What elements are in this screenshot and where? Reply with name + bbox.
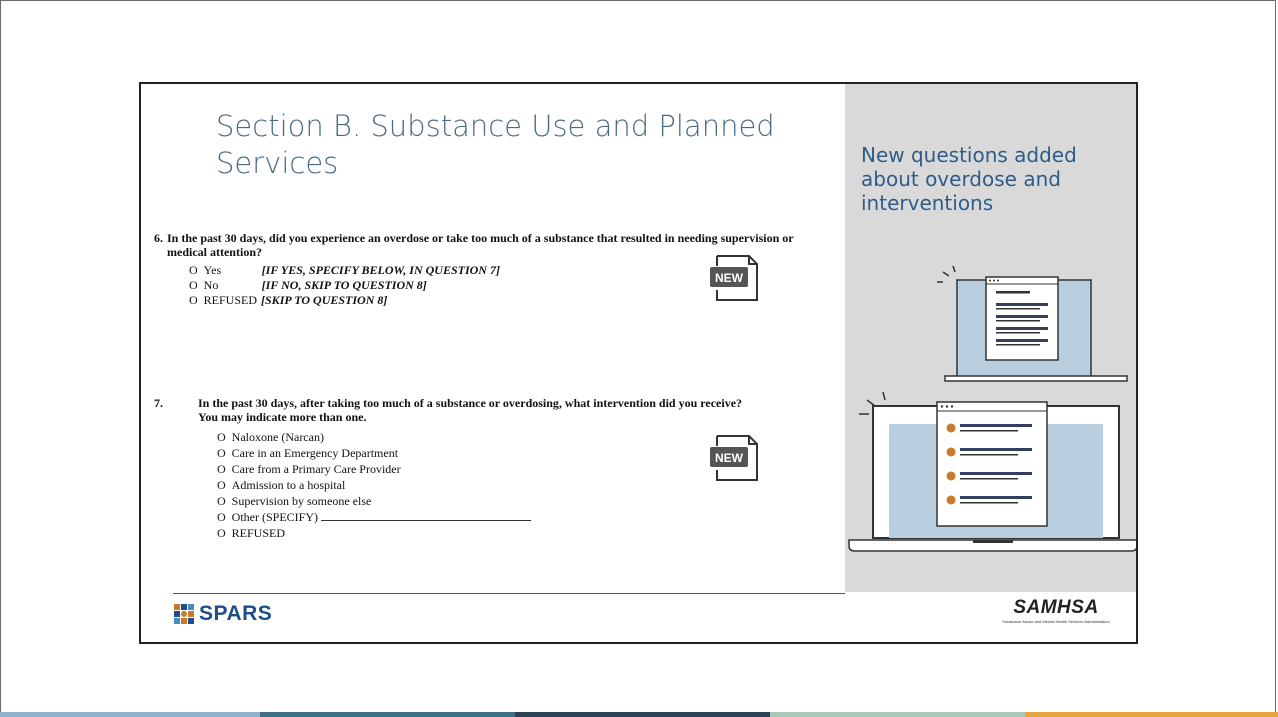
radio-circle-icon: O bbox=[189, 278, 198, 292]
new-document-icon: NEW bbox=[709, 254, 761, 302]
option-instruction: [IF NO, SKIP TO QUESTION 8] bbox=[261, 278, 427, 292]
option-primary-care[interactable]: O Care from a Primary Care Provider bbox=[217, 462, 401, 478]
option-label: No bbox=[203, 278, 219, 292]
checkbox-circle-icon: O bbox=[217, 430, 226, 444]
option-label: Care in an Emergency Department bbox=[231, 446, 399, 460]
samhsa-logo-subtext: Substance Abuse and Mental Health Servic… bbox=[1002, 619, 1110, 624]
option-hospital-admission[interactable]: O Admission to a hospital bbox=[217, 478, 345, 494]
question-text: In the past 30 days, after taking too mu… bbox=[198, 396, 743, 410]
side-panel-text: New questions added about overdose and i… bbox=[861, 143, 1077, 215]
other-specify-field[interactable] bbox=[321, 511, 532, 521]
laptop-document-illustration bbox=[925, 264, 1136, 389]
slide-title: Section B. Substance Use and Planned Ser… bbox=[216, 109, 775, 180]
question-subtext: You may indicate more than one. bbox=[198, 410, 367, 424]
radio-circle-icon: O bbox=[189, 263, 198, 277]
option-label: Care from a Primary Care Provider bbox=[231, 462, 401, 476]
checkbox-circle-icon: O bbox=[217, 510, 226, 524]
laptop-checklist-illustration bbox=[847, 384, 1136, 564]
new-document-icon: NEW bbox=[709, 434, 761, 482]
option-refused[interactable]: O REFUSED bbox=[217, 526, 285, 542]
option-label: Yes bbox=[203, 263, 222, 277]
option-label: Admission to a hospital bbox=[231, 478, 346, 492]
option-refused[interactable]: O REFUSED [SKIP TO QUESTION 8] bbox=[189, 293, 387, 309]
option-label: Naloxone (Narcan) bbox=[231, 430, 324, 444]
radio-circle-icon: O bbox=[189, 293, 198, 307]
checkbox-circle-icon: O bbox=[217, 462, 226, 476]
question-number: 6. bbox=[154, 231, 163, 245]
checkbox-circle-icon: O bbox=[217, 494, 226, 508]
samhsa-logo: SAMHSA Substance Abuse and Mental Health… bbox=[996, 597, 1116, 624]
bottom-accent-bar bbox=[0, 712, 1278, 717]
option-label: REFUSED bbox=[231, 526, 286, 540]
footer-divider bbox=[173, 593, 845, 594]
question-number: 7. bbox=[154, 396, 163, 410]
spars-logo-icon bbox=[174, 604, 194, 624]
option-supervision[interactable]: O Supervision by someone else bbox=[217, 494, 371, 510]
checkbox-circle-icon: O bbox=[217, 446, 226, 460]
option-instruction: [IF YES, SPECIFY BELOW, IN QUESTION 7] bbox=[261, 263, 500, 277]
spars-logo-text: SPARS bbox=[199, 602, 273, 625]
new-badge-text: NEW bbox=[715, 271, 744, 285]
option-label: REFUSED bbox=[203, 293, 258, 307]
option-label: Supervision by someone else bbox=[231, 494, 372, 508]
option-emergency-department[interactable]: O Care in an Emergency Department bbox=[217, 446, 398, 462]
option-other[interactable]: O Other (SPECIFY) bbox=[217, 510, 532, 526]
checkbox-circle-icon: O bbox=[217, 526, 226, 540]
samhsa-logo-text: SAMHSA bbox=[1013, 597, 1099, 618]
option-naloxone[interactable]: O Naloxone (Narcan) bbox=[217, 430, 324, 446]
question-7: 7. In the past 30 days, after taking too… bbox=[154, 396, 844, 540]
spars-logo: SPARS bbox=[173, 599, 272, 629]
option-yes[interactable]: O Yes [IF YES, SPECIFY BELOW, IN QUESTION … bbox=[189, 263, 500, 279]
option-instruction: [SKIP TO QUESTION 8] bbox=[261, 293, 388, 307]
new-badge-text: NEW bbox=[715, 451, 744, 465]
option-label: Other (SPECIFY) bbox=[231, 510, 319, 524]
option-no[interactable]: O No [IF NO, SKIP TO QUESTION 8] bbox=[189, 278, 427, 294]
checkbox-circle-icon: O bbox=[217, 478, 226, 492]
slide-content: Section B. Substance Use and Planned Ser… bbox=[139, 82, 1138, 644]
